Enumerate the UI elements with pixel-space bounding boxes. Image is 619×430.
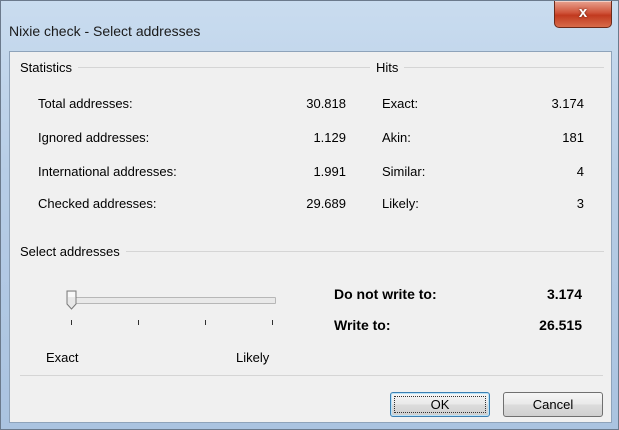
statistics-heading-label: Statistics (20, 60, 73, 75)
hits-group-heading: Hits (376, 60, 604, 75)
close-icon: x (578, 4, 588, 21)
do-not-write-value: 3.174 (546, 286, 582, 302)
hit-label-similar: Similar: (382, 164, 426, 179)
dialog-window: Nixie check - Select addresses x Statist… (0, 0, 619, 430)
stat-value-ignored: 1.129 (313, 130, 346, 145)
slider-tick (138, 320, 139, 325)
cancel-button-label: Cancel (532, 397, 574, 412)
select-heading-label: Select addresses (20, 244, 120, 259)
hit-value-similar: 4 (576, 164, 584, 179)
slider-tick (205, 320, 206, 325)
statistics-group-heading: Statistics (20, 60, 370, 75)
hit-label-exact: Exact: (382, 96, 419, 111)
stat-label-ignored: Ignored addresses: (38, 130, 150, 145)
dialog-client-area: Statistics Total addresses: 30.818 Ignor… (9, 51, 612, 423)
title-bar[interactable]: Nixie check - Select addresses x (1, 1, 618, 51)
hit-value-akin: 181 (562, 130, 584, 145)
do-not-write-label: Do not write to: (334, 286, 437, 302)
write-to-label: Write to: (334, 317, 391, 333)
stat-label-international: International addresses: (38, 164, 177, 179)
selection-slider-thumb[interactable] (66, 290, 77, 310)
close-button[interactable]: x (554, 1, 612, 28)
stat-label-total: Total addresses: (38, 96, 133, 111)
write-to-value: 26.515 (539, 317, 582, 333)
select-group-heading: Select addresses (20, 244, 604, 259)
slider-tick (272, 320, 273, 325)
ok-button[interactable]: OK (390, 392, 490, 417)
focus-rectangle (394, 396, 486, 413)
window-title: Nixie check - Select addresses (9, 23, 201, 39)
slider-tick (71, 320, 72, 325)
button-separator (20, 375, 603, 376)
group-divider (404, 67, 604, 68)
hit-value-exact: 3.174 (551, 96, 584, 111)
slider-max-label: Likely (236, 350, 270, 365)
stat-value-total: 30.818 (306, 96, 346, 111)
slider-min-label: Exact (46, 350, 79, 365)
group-divider (78, 67, 370, 68)
stat-value-checked: 29.689 (306, 196, 346, 211)
hit-label-likely: Likely: (382, 196, 419, 211)
cancel-button[interactable]: Cancel (503, 392, 603, 417)
group-divider (125, 251, 604, 252)
hit-label-akin: Akin: (382, 130, 411, 145)
stat-value-international: 1.991 (313, 164, 346, 179)
selection-slider-track[interactable] (70, 297, 276, 304)
hits-heading-label: Hits (376, 60, 399, 75)
stat-label-checked: Checked addresses: (38, 196, 157, 211)
hit-value-likely: 3 (576, 196, 584, 211)
